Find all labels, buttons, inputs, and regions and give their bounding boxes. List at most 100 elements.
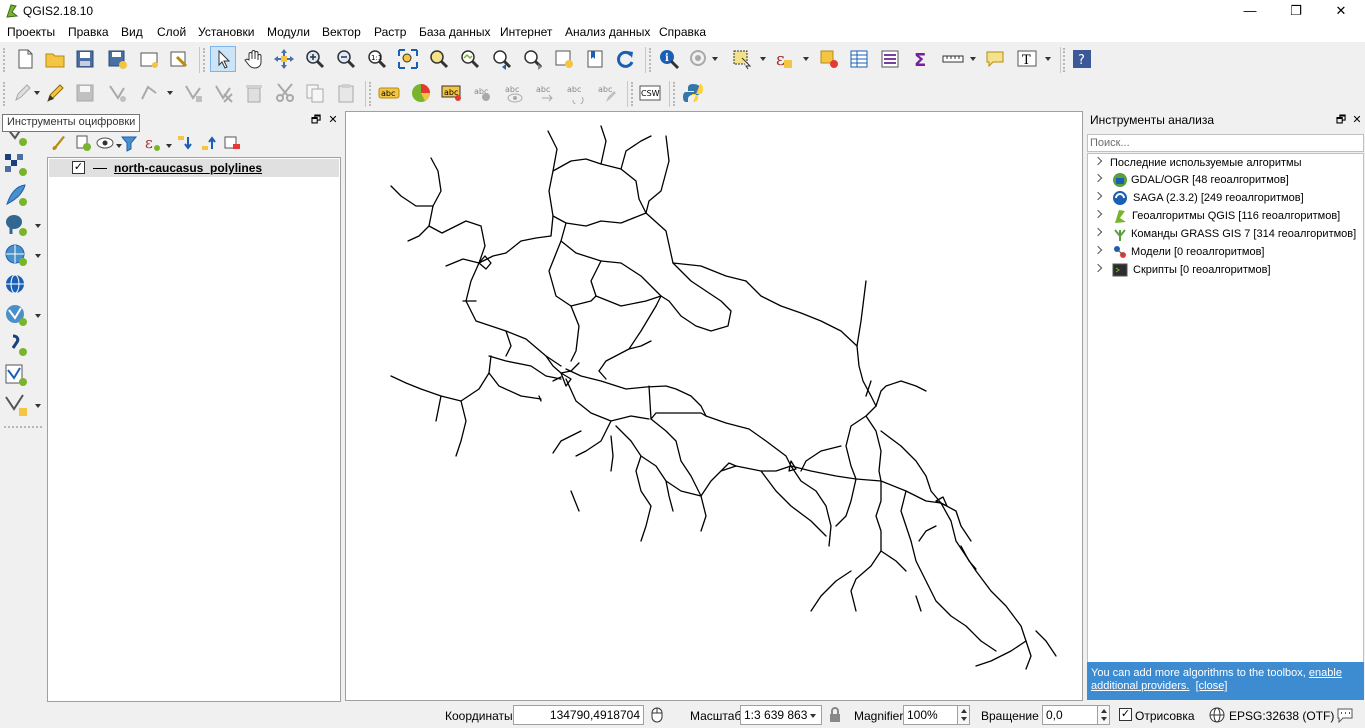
remove-layer-button[interactable] bbox=[223, 134, 243, 154]
move-label-button[interactable]: abc bbox=[532, 80, 558, 106]
rotate-label-button[interactable]: abc bbox=[563, 80, 589, 106]
zoom-in-button[interactable] bbox=[302, 46, 328, 72]
layer-labeling-button[interactable]: abc bbox=[376, 80, 402, 106]
copy-button[interactable] bbox=[302, 80, 328, 106]
chevron-down-icon[interactable] bbox=[35, 224, 41, 228]
run-action-button[interactable] bbox=[686, 46, 712, 72]
toolbar-grip[interactable] bbox=[369, 82, 372, 106]
collapse-all-button[interactable] bbox=[200, 134, 220, 154]
lock-icon[interactable] bbox=[826, 706, 844, 724]
map-canvas[interactable] bbox=[345, 111, 1083, 701]
expand-all-button[interactable] bbox=[176, 134, 196, 154]
chevron-down-icon[interactable] bbox=[810, 714, 816, 718]
toolbar-grip[interactable] bbox=[3, 82, 6, 106]
toggle-editing-button[interactable] bbox=[42, 80, 68, 106]
menu-plugins[interactable]: Модули bbox=[267, 25, 310, 39]
chevron-down-icon[interactable] bbox=[167, 91, 173, 95]
rotation-field[interactable]: 0,0 bbox=[1042, 705, 1098, 725]
chevron-down-icon[interactable] bbox=[35, 404, 41, 408]
tree-item-scripts[interactable]: Скрипты [0 геоалгоритмов] bbox=[1088, 261, 1365, 279]
new-project-button[interactable] bbox=[12, 46, 38, 72]
close-notice-link[interactable]: [close] bbox=[1196, 680, 1228, 692]
new-map-view-button[interactable] bbox=[551, 46, 577, 72]
zoom-last-button[interactable] bbox=[489, 46, 515, 72]
chevron-down-icon[interactable] bbox=[35, 314, 41, 318]
zoom-to-selection-button[interactable] bbox=[426, 46, 452, 72]
help-button[interactable]: ? bbox=[1069, 46, 1095, 72]
refresh-button[interactable] bbox=[612, 46, 638, 72]
manage-visibility-button[interactable] bbox=[96, 134, 116, 154]
chevron-down-icon[interactable] bbox=[166, 144, 172, 148]
zoom-native-button[interactable]: 1:1 bbox=[364, 46, 390, 72]
menu-database[interactable]: База данных bbox=[419, 25, 490, 39]
tree-item-models[interactable]: Модели [0 геоалгоритмов] bbox=[1088, 243, 1365, 261]
float-panel-icon[interactable]: 🗗 bbox=[309, 113, 323, 127]
add-wms-layer-button[interactable] bbox=[3, 242, 33, 268]
tree-item-grass[interactable]: Команды GRASS GIS 7 [314 геоалгоритмов] bbox=[1088, 225, 1365, 243]
add-raster-layer-button[interactable] bbox=[3, 152, 33, 178]
close-panel-icon[interactable]: ✕ bbox=[326, 113, 340, 127]
new-print-composer-button[interactable] bbox=[136, 46, 162, 72]
menu-project[interactable]: Проекты bbox=[7, 25, 55, 39]
pan-hand-button[interactable] bbox=[241, 46, 267, 72]
crs-label[interactable]: EPSG:32638 (OTF) bbox=[1229, 709, 1334, 723]
close-panel-icon[interactable]: ✕ bbox=[1350, 113, 1364, 127]
composer-manager-button[interactable] bbox=[166, 46, 192, 72]
trash-button[interactable] bbox=[241, 80, 267, 106]
chevron-right-icon[interactable] bbox=[1093, 263, 1103, 273]
pin-labels-button[interactable]: abc bbox=[470, 80, 496, 106]
globe-icon[interactable] bbox=[1208, 706, 1226, 724]
float-panel-icon[interactable]: 🗗 bbox=[1334, 113, 1348, 127]
chevron-right-icon[interactable] bbox=[1093, 227, 1103, 237]
chevron-right-icon[interactable] bbox=[1093, 191, 1103, 201]
add-wcs-layer-button[interactable] bbox=[3, 272, 33, 298]
add-virtual-layer-button[interactable] bbox=[3, 392, 33, 418]
tree-item-gdal[interactable]: GDAL/OGR [48 геоалгоритмов] bbox=[1088, 171, 1365, 189]
chevron-down-icon[interactable] bbox=[760, 57, 766, 61]
zoom-full-button[interactable] bbox=[395, 46, 421, 72]
add-wfs-layer-button[interactable] bbox=[3, 302, 33, 328]
menu-settings[interactable]: Установки bbox=[198, 25, 254, 39]
text-annotation-button[interactable]: T bbox=[1014, 46, 1040, 72]
menu-web[interactable]: Интернет bbox=[500, 25, 552, 39]
zoom-next-button[interactable] bbox=[520, 46, 546, 72]
toolbar-grip[interactable] bbox=[4, 426, 42, 428]
toolbar-grip[interactable] bbox=[649, 48, 652, 72]
algorithm-search-input[interactable]: Поиск... bbox=[1087, 134, 1364, 152]
magnifier-field[interactable]: 100% bbox=[903, 705, 958, 725]
toolbar-grip[interactable] bbox=[3, 48, 6, 72]
python-console-button[interactable] bbox=[680, 80, 706, 106]
layer-visibility-checkbox[interactable]: ✓ bbox=[72, 161, 85, 174]
render-checkbox[interactable]: ✓ bbox=[1119, 708, 1132, 721]
tree-item-qgis[interactable]: Геоалгоритмы QGIS [116 геоалгоритмов] bbox=[1088, 207, 1365, 225]
style-manager-button[interactable] bbox=[51, 134, 71, 154]
layer-diagram-button[interactable] bbox=[408, 80, 434, 106]
save-as-button[interactable] bbox=[104, 46, 130, 72]
highlight-pinned-labels-button[interactable]: abc bbox=[439, 80, 465, 106]
chevron-right-icon[interactable] bbox=[1093, 245, 1103, 255]
minimize-button[interactable]: — bbox=[1227, 0, 1273, 22]
select-features-button[interactable] bbox=[729, 46, 755, 72]
close-button[interactable]: ✕ bbox=[1318, 0, 1364, 22]
chevron-down-icon[interactable] bbox=[34, 91, 40, 95]
attribute-table-button[interactable] bbox=[846, 46, 872, 72]
pan-map-button[interactable] bbox=[210, 46, 236, 72]
menu-help[interactable]: Справка bbox=[659, 25, 706, 39]
add-feature-button[interactable] bbox=[104, 80, 130, 106]
add-spatialite-layer-button[interactable] bbox=[3, 182, 33, 208]
chevron-right-icon[interactable] bbox=[1093, 173, 1103, 183]
menu-vector[interactable]: Вектор bbox=[322, 25, 361, 39]
menu-edit[interactable]: Правка bbox=[68, 25, 109, 39]
menu-raster[interactable]: Растр bbox=[374, 25, 406, 39]
cut-button[interactable] bbox=[272, 80, 298, 106]
tree-item-recent[interactable]: Последние используемые алгоритмы bbox=[1088, 154, 1365, 172]
tree-item-saga[interactable]: SAGA (2.3.2) [249 геоалгоритмов] bbox=[1088, 189, 1365, 207]
add-delimited-text-button[interactable] bbox=[3, 332, 33, 358]
menu-layer[interactable]: Слой bbox=[157, 25, 186, 39]
statistics-button[interactable] bbox=[877, 46, 903, 72]
magnifier-spinner[interactable] bbox=[957, 705, 970, 725]
pan-to-selection-button[interactable] bbox=[271, 46, 297, 72]
add-postgis-layer-button[interactable] bbox=[3, 212, 33, 238]
new-shapefile-button[interactable] bbox=[3, 362, 33, 388]
current-edits-button[interactable] bbox=[10, 80, 36, 106]
